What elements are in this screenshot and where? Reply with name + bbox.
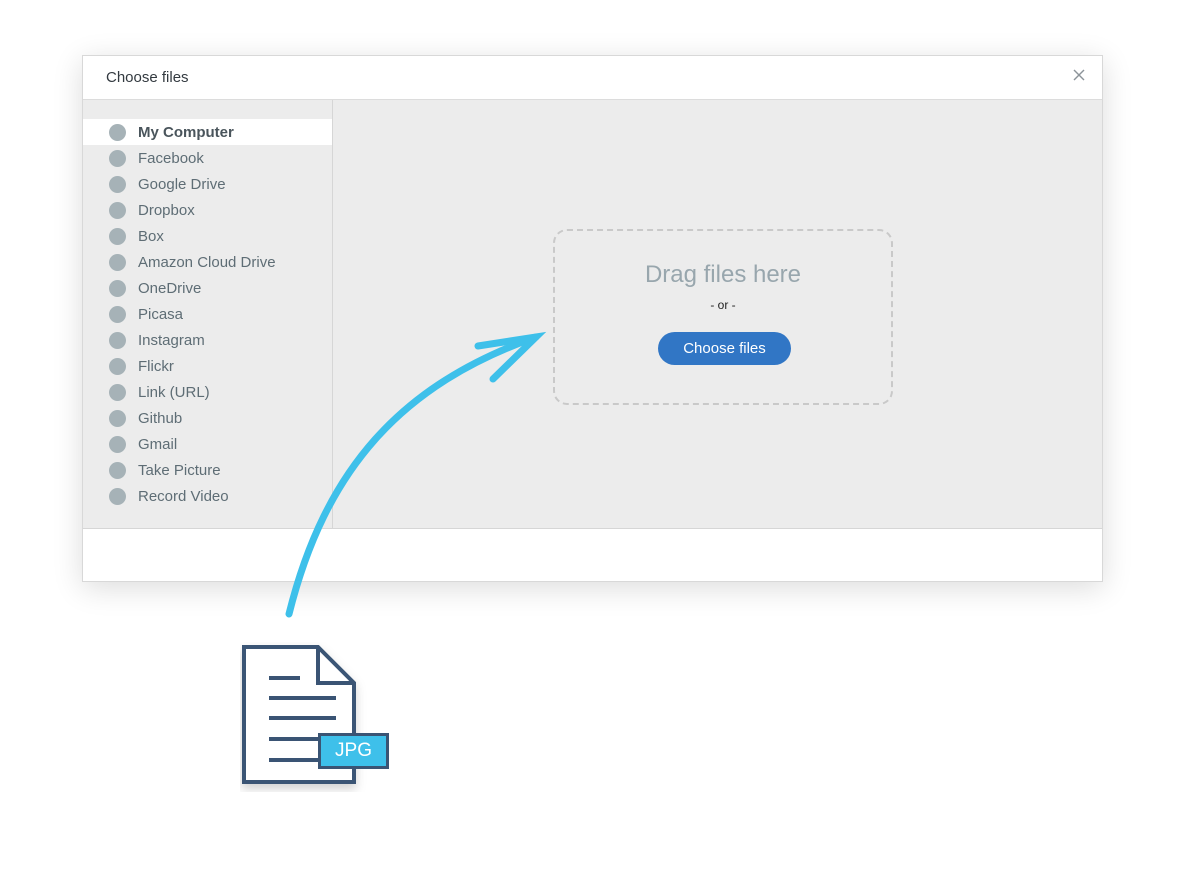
sidebar-item-label: Record Video bbox=[138, 487, 229, 505]
sidebar-item-take-picture[interactable]: Take Picture bbox=[83, 457, 332, 483]
sidebar-item-google-drive[interactable]: Google Drive bbox=[83, 171, 332, 197]
sidebar-item-record-video[interactable]: Record Video bbox=[83, 483, 332, 509]
drop-zone[interactable]: Drag files here - or - Choose files bbox=[553, 229, 893, 405]
sidebar-item-picasa[interactable]: Picasa bbox=[83, 301, 332, 327]
sidebar-item-label: Picasa bbox=[138, 305, 184, 323]
sidebar-item-gmail[interactable]: Gmail bbox=[83, 431, 332, 457]
source-icon bbox=[109, 331, 126, 349]
dialog-body: My Computer Facebook Google Drive Dropbox Bo… bbox=[83, 100, 1102, 528]
sidebar-item-label: Dropbox bbox=[138, 201, 195, 219]
source-icon bbox=[109, 175, 126, 193]
or-separator: - or - bbox=[710, 298, 736, 312]
source-icon bbox=[109, 487, 126, 505]
sidebar-item-label: Flickr bbox=[138, 357, 174, 375]
sidebar-item-my-computer[interactable]: My Computer bbox=[83, 119, 332, 145]
sidebar-item-label: Link (URL) bbox=[138, 383, 210, 401]
source-sidebar: My Computer Facebook Google Drive Dropbox Bo… bbox=[83, 100, 333, 528]
sidebar-item-label: Github bbox=[138, 409, 183, 427]
jpg-file-illustration: JPG bbox=[240, 642, 400, 792]
dialog-footer bbox=[83, 528, 1102, 581]
sidebar-item-amazon-cloud-drive[interactable]: Amazon Cloud Drive bbox=[83, 249, 332, 275]
source-icon bbox=[109, 149, 126, 167]
sidebar-item-label: Amazon Cloud Drive bbox=[138, 253, 276, 271]
sidebar-item-box[interactable]: Box bbox=[83, 223, 332, 249]
sidebar-item-label: My Computer bbox=[138, 123, 234, 141]
source-icon bbox=[109, 305, 126, 323]
sidebar-item-label: OneDrive bbox=[138, 279, 202, 297]
source-icon bbox=[109, 253, 126, 271]
dialog-header: Choose files bbox=[83, 56, 1102, 100]
sidebar-item-label: Facebook bbox=[138, 149, 204, 167]
sidebar-item-label: Take Picture bbox=[138, 461, 221, 479]
drag-files-heading: Drag files here bbox=[644, 261, 802, 288]
source-icon bbox=[109, 279, 126, 297]
file-picker-dialog: Choose files My Computer Facebook Google D… bbox=[82, 55, 1103, 582]
dialog-title: Choose files bbox=[106, 69, 189, 86]
jpg-badge: JPG bbox=[318, 733, 389, 769]
sidebar-item-link-url[interactable]: Link (URL) bbox=[83, 379, 332, 405]
source-icon bbox=[109, 201, 126, 219]
source-icon bbox=[109, 357, 126, 375]
source-icon bbox=[109, 461, 126, 479]
source-icon bbox=[109, 227, 126, 245]
sidebar-item-label: Google Drive bbox=[138, 175, 226, 193]
close-icon[interactable] bbox=[1072, 68, 1086, 82]
sidebar-item-facebook[interactable]: Facebook bbox=[83, 145, 332, 171]
sidebar-item-github[interactable]: Github bbox=[83, 405, 332, 431]
sidebar-item-label: Gmail bbox=[138, 435, 178, 453]
sidebar-item-dropbox[interactable]: Dropbox bbox=[83, 197, 332, 223]
page: Choose files My Computer Facebook Google D… bbox=[0, 0, 1200, 876]
upload-pane: Drag files here - or - Choose files bbox=[333, 100, 1102, 528]
sidebar-item-instagram[interactable]: Instagram bbox=[83, 327, 332, 353]
sidebar-item-onedrive[interactable]: OneDrive bbox=[83, 275, 332, 301]
source-icon bbox=[109, 383, 126, 401]
sidebar-item-label: Box bbox=[138, 227, 164, 245]
source-icon bbox=[109, 123, 126, 141]
sidebar-item-flickr[interactable]: Flickr bbox=[83, 353, 332, 379]
source-icon bbox=[109, 435, 126, 453]
source-icon bbox=[109, 409, 126, 427]
document-icon bbox=[242, 645, 356, 784]
sidebar-item-label: Instagram bbox=[138, 331, 205, 349]
choose-files-button[interactable]: Choose files bbox=[658, 332, 791, 365]
